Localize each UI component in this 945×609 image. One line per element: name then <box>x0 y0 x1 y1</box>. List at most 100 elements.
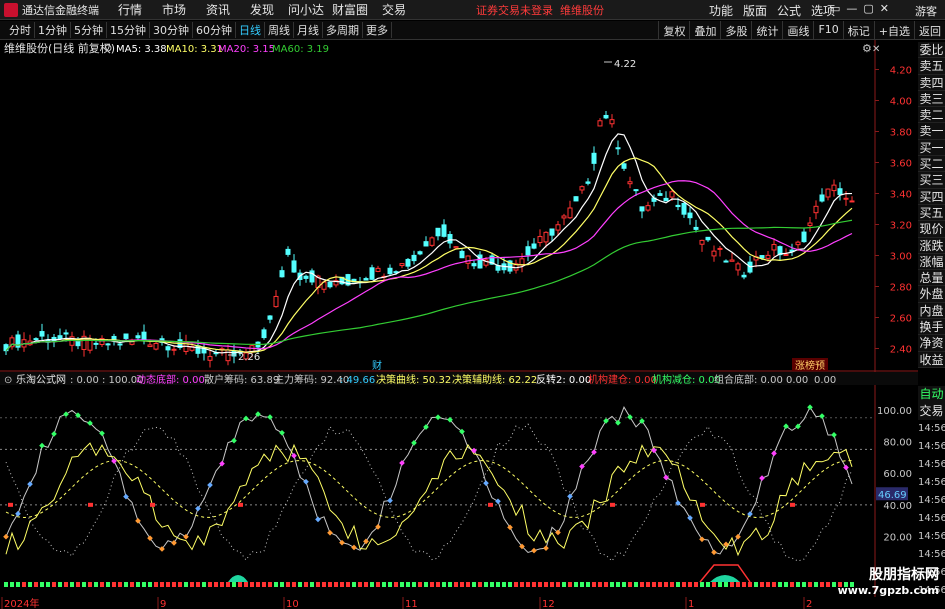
lower-side-label-0[interactable]: 自动 <box>918 386 945 403</box>
bottom-signal-bar <box>226 582 230 587</box>
quote-label-18[interactable]: 净资 <box>918 335 945 352</box>
quote-label-8[interactable]: 买三 <box>918 172 945 189</box>
period-tab-0[interactable]: 分时 <box>6 22 35 38</box>
quote-label-0[interactable]: 委比 <box>918 42 945 59</box>
menu-caifuquan[interactable]: 财富圈 <box>328 1 372 18</box>
kline-chart[interactable]: 4.20 4.00 3.80 3.60 3.40 3.20 3.00 2.80 2.60 2.40… <box>0 40 918 372</box>
candle-body <box>369 267 375 280</box>
bottom-signal-bar <box>442 582 446 587</box>
period-tab-8[interactable]: 月线 <box>294 22 323 38</box>
close-icon[interactable]: ✕ <box>880 2 889 15</box>
quote-label-9[interactable]: 买四 <box>918 188 945 205</box>
finance-marker: 财 <box>372 359 382 372</box>
maximize-icon[interactable]: ▢ <box>863 2 873 15</box>
candle-body <box>525 246 531 256</box>
menu-shichang[interactable]: 市场 <box>152 1 196 18</box>
price-tick-label: 4.20 <box>890 66 912 77</box>
quote-label-4[interactable]: 卖二 <box>918 107 945 124</box>
tool-button-7[interactable]: +自选 <box>873 21 914 41</box>
bottom-signal-bar <box>658 582 662 587</box>
candle-body <box>843 197 849 200</box>
menu-zixun[interactable]: 资讯 <box>196 1 240 18</box>
period-tab-10[interactable]: 更多 <box>363 22 392 38</box>
quote-label-11[interactable]: 现价 <box>918 221 945 238</box>
candle-body <box>849 200 855 203</box>
price-tick-label: 2.60 <box>890 314 912 325</box>
indicator-chart[interactable]: ⊙ 乐淘公式网: 0.00 : 100.00动态底部: 0.00 散户筹码: 63.… <box>0 372 918 597</box>
period-tab-6[interactable]: 日线 <box>236 22 265 38</box>
tool-button-0[interactable]: 复权 <box>658 21 689 41</box>
site-watermark: 股朋指标网 www.7gpzb.com <box>837 567 939 597</box>
quote-label-3[interactable]: 卖三 <box>918 90 945 108</box>
bottom-signal-bar <box>10 582 14 587</box>
quote-label-5[interactable]: 卖一 <box>918 123 945 140</box>
candle-body <box>465 255 471 264</box>
period-tab-1[interactable]: 1分钟 <box>35 22 71 38</box>
quote-label-16[interactable]: 内盘 <box>918 302 945 320</box>
price-tick-label: 3.60 <box>890 159 912 170</box>
quote-label-17[interactable]: 换手 <box>918 319 945 336</box>
period-tab-9[interactable]: 多周期 <box>323 22 363 38</box>
candle-body <box>699 239 705 245</box>
date-label-6: 2 <box>806 599 812 609</box>
candle-body <box>447 234 453 244</box>
bottom-signal-bar <box>142 582 146 587</box>
guest-user[interactable]: 游客 <box>915 3 937 19</box>
quote-label-7[interactable]: 买二 <box>918 156 945 173</box>
bottom-signal-bar <box>106 582 110 587</box>
menu-banmian[interactable]: 版面 <box>743 2 767 19</box>
period-tab-3[interactable]: 15分钟 <box>107 22 150 38</box>
bottom-signal-bar <box>682 582 686 587</box>
quote-label-19[interactable]: 收益 <box>918 351 945 368</box>
bottom-signal-bar <box>646 582 650 587</box>
candle-body <box>303 275 309 279</box>
bottom-signal-bar <box>94 582 98 587</box>
restore-icon[interactable]: ▭ <box>830 2 840 15</box>
tool-button-6[interactable]: 标记 <box>842 21 874 41</box>
bottom-signal-bar <box>556 582 560 587</box>
menu-jiaoyi[interactable]: 交易 <box>372 1 416 18</box>
quote-label-1[interactable]: 卖五 <box>918 58 945 75</box>
quote-label-2[interactable]: 卖四 <box>918 74 945 91</box>
menu-gongneng[interactable]: 功能 <box>709 2 733 19</box>
date-label-0: 2024年 <box>4 597 39 609</box>
tool-button-4[interactable]: 画线 <box>782 21 813 41</box>
minimize-icon[interactable]: — <box>846 2 857 15</box>
quote-label-10[interactable]: 买五 <box>918 204 945 222</box>
bottom-signal-bar <box>766 582 770 587</box>
menu-faxian[interactable]: 发现 <box>240 1 284 18</box>
date-label-1: 9 <box>160 599 166 609</box>
period-tab-2[interactable]: 5分钟 <box>71 22 107 38</box>
quote-label-13[interactable]: 涨幅 <box>918 253 945 271</box>
quote-label-15[interactable]: 外盘 <box>918 286 945 303</box>
bottom-signal-bar <box>472 582 476 587</box>
menu-wenxiaoda[interactable]: 问小达 <box>284 1 328 18</box>
tool-button-3[interactable]: 统计 <box>751 21 782 41</box>
quote-label-14[interactable]: 总量 <box>918 270 945 287</box>
quote-label-12[interactable]: 涨跌 <box>918 237 945 254</box>
quote-label-6[interactable]: 买一 <box>918 139 945 157</box>
bottom-signal-bar <box>16 582 20 587</box>
period-tab-5[interactable]: 60分钟 <box>193 22 236 38</box>
bottom-signal-bar <box>670 582 674 587</box>
candle-body <box>615 147 621 150</box>
period-tab-4[interactable]: 30分钟 <box>150 22 193 38</box>
bottom-signal-bar <box>772 582 776 587</box>
candle-body <box>123 333 129 339</box>
tool-button-1[interactable]: 叠加 <box>689 21 720 41</box>
bottom-signal-bar <box>274 582 278 587</box>
bottom-signal-bar <box>148 582 152 587</box>
period-tab-7[interactable]: 周线 <box>265 22 294 38</box>
bottom-signal-bar <box>604 582 608 587</box>
menu-gongshi[interactable]: 公式 <box>777 2 801 19</box>
date-label-3: 11 <box>405 599 418 609</box>
menu-hangqing[interactable]: 行情 <box>108 1 152 18</box>
candle-body <box>705 236 711 241</box>
tool-button-2[interactable]: 多股 <box>720 21 751 41</box>
tool-button-8[interactable]: 返回 <box>914 21 945 41</box>
candle-body <box>681 202 687 215</box>
login-status[interactable]: 证券交易未登录 维维股份 <box>476 2 604 18</box>
bottom-signal-bar <box>316 582 320 587</box>
tool-button-5[interactable]: F10 <box>813 21 842 41</box>
lower-side-label-1[interactable]: 交易 <box>918 403 945 420</box>
